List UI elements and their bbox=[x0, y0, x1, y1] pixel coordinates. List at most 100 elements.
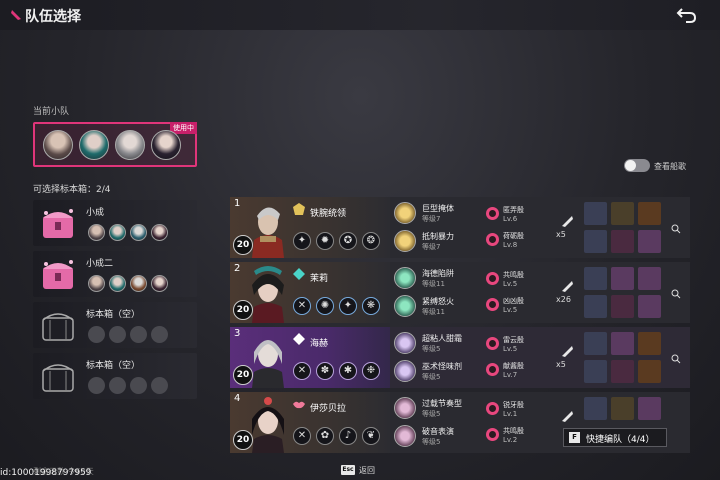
item-slot[interactable] bbox=[611, 360, 634, 383]
ability-name: 海德陷阱 bbox=[422, 269, 454, 278]
ability-slot[interactable]: 过载节奏型 等级5 bbox=[394, 396, 482, 421]
skill-icon[interactable]: ❉ bbox=[362, 362, 380, 380]
item-slot[interactable] bbox=[584, 397, 607, 420]
trait-icon bbox=[486, 363, 499, 376]
box-name: 标本箱（空） bbox=[86, 310, 141, 320]
item-slot[interactable] bbox=[584, 332, 607, 355]
weapon-multiplier: x5 bbox=[556, 360, 566, 369]
skill-icon[interactable]: ✦ bbox=[339, 297, 357, 315]
ability-slot[interactable]: 巨型掩体 等级7 bbox=[394, 201, 482, 226]
skill-icon[interactable]: ✿ bbox=[316, 427, 334, 445]
specimen-box-card[interactable]: 标本箱（空） bbox=[33, 302, 197, 348]
toggle-knob bbox=[625, 160, 636, 171]
item-slot[interactable] bbox=[584, 202, 607, 225]
trait-slot[interactable]: 雷云殷 Lv.5 bbox=[486, 335, 546, 355]
top-bar: 队伍选择 bbox=[0, 0, 720, 30]
skill-icon[interactable]: ✕ bbox=[293, 362, 311, 380]
item-slot[interactable] bbox=[584, 230, 607, 253]
skill-icon[interactable]: ✪ bbox=[339, 232, 357, 250]
item-slot[interactable] bbox=[638, 202, 661, 225]
user-id: id:10001998797959 bbox=[0, 468, 92, 478]
trait-level: Lv.1 bbox=[503, 410, 518, 418]
skill-icon[interactable]: ✽ bbox=[316, 362, 334, 380]
ability-slot[interactable]: 破音表演 等级5 bbox=[394, 424, 482, 449]
skill-icon[interactable]: ✦ bbox=[293, 232, 311, 250]
specimen-box-card[interactable]: 标本箱（空） bbox=[33, 353, 197, 399]
trait-slot[interactable]: 共鸣殷 Lv.5 bbox=[486, 270, 546, 290]
empty-slot bbox=[130, 326, 147, 343]
trait-slot[interactable]: 献酱殷 Lv.7 bbox=[486, 361, 546, 381]
item-slot[interactable] bbox=[584, 295, 607, 318]
skill-icon[interactable]: ✕ bbox=[293, 427, 311, 445]
item-slot[interactable] bbox=[584, 360, 607, 383]
trait-slot[interactable]: 荷砺殷 Lv.8 bbox=[486, 231, 546, 251]
skill-icon[interactable]: ✱ bbox=[339, 362, 357, 380]
item-slot[interactable] bbox=[638, 267, 661, 290]
empty-slot bbox=[88, 326, 105, 343]
item-slot[interactable] bbox=[611, 295, 634, 318]
skill-icon[interactable]: ❂ bbox=[362, 232, 380, 250]
row-number: 3 bbox=[234, 328, 241, 339]
current-team-panel[interactable]: 使用中 bbox=[33, 122, 197, 167]
esc-key[interactable]: Esc bbox=[341, 465, 355, 475]
roster-row[interactable]: 2 20 茉莉 ✕ ✺ ✦ ❋ 海德陷阱 等级11 紧缚怒火 等级11 共鸣殷 … bbox=[230, 262, 690, 323]
view-toggle[interactable] bbox=[624, 159, 650, 172]
item-slot[interactable] bbox=[611, 397, 634, 420]
item-slot[interactable] bbox=[638, 360, 661, 383]
ability-slot[interactable]: 超粘人甜霜 等级5 bbox=[394, 331, 482, 356]
skill-icon[interactable]: ♪ bbox=[339, 427, 357, 445]
trait-slot[interactable]: 锐牙殷 Lv.1 bbox=[486, 400, 546, 420]
trait-icon bbox=[486, 402, 499, 415]
quick-team-button[interactable]: F 快捷编队（4/4） bbox=[563, 428, 667, 447]
trait-level: Lv.7 bbox=[503, 371, 518, 379]
ability-name: 紧缚怒火 bbox=[422, 297, 454, 306]
item-slot[interactable] bbox=[638, 332, 661, 355]
skill-icon[interactable]: ✹ bbox=[316, 232, 334, 250]
trait-name: 献酱殷 bbox=[503, 362, 524, 370]
ability-slot[interactable]: 抵制暴力 等级7 bbox=[394, 229, 482, 254]
trait-slot[interactable]: 共鸣殷 Lv.2 bbox=[486, 426, 546, 446]
trait-name: 雷云殷 bbox=[503, 336, 524, 344]
trait-icon bbox=[486, 207, 499, 220]
ability-level: 等级5 bbox=[422, 410, 441, 418]
skill-icon[interactable]: ❋ bbox=[362, 297, 380, 315]
item-slot[interactable] bbox=[611, 230, 634, 253]
trait-icon bbox=[486, 337, 499, 350]
item-slot[interactable] bbox=[638, 295, 661, 318]
item-slot[interactable] bbox=[638, 397, 661, 420]
item-slot[interactable] bbox=[638, 230, 661, 253]
trait-slot[interactable]: 凶凶殷 Lv.5 bbox=[486, 296, 546, 316]
roster-row[interactable]: 1 20 铁腕统领 ✦ ✹ ✪ ❂ 巨型掩体 等级7 抵制暴力 等级7 匿弄殷 … bbox=[230, 197, 690, 258]
skill-icon[interactable]: ✕ bbox=[293, 297, 311, 315]
specimen-box-card[interactable]: 小成二 bbox=[33, 251, 197, 297]
trait-name: 锐牙殷 bbox=[503, 401, 524, 409]
back-label[interactable]: 返回 bbox=[359, 465, 375, 476]
team-avatar bbox=[151, 130, 181, 160]
skill-icon[interactable]: ❦ bbox=[362, 427, 380, 445]
team-avatar bbox=[79, 130, 109, 160]
ability-slot[interactable]: 巫术怪味剂 等级5 bbox=[394, 359, 482, 384]
ability-slot[interactable]: 海德陷阱 等级11 bbox=[394, 266, 482, 291]
trait-slot[interactable]: 匿弄殷 Lv.6 bbox=[486, 205, 546, 225]
ability-level: 等级5 bbox=[422, 438, 441, 446]
magnifier-icon[interactable] bbox=[671, 354, 681, 364]
empty-slot bbox=[88, 377, 105, 394]
item-slot[interactable] bbox=[611, 267, 634, 290]
trait-name: 荷砺殷 bbox=[503, 232, 524, 240]
box-member-avatar bbox=[130, 275, 147, 292]
skill-icon[interactable]: ✺ bbox=[316, 297, 334, 315]
specimen-box-card[interactable]: 小成 bbox=[33, 200, 197, 246]
weapon-icon bbox=[562, 411, 573, 422]
magnifier-icon[interactable] bbox=[671, 224, 681, 234]
roster-row[interactable]: 3 20 海赫 ✕ ✽ ✱ ❉ 超粘人甜霜 等级5 巫术怪味剂 等级5 雷云殷 … bbox=[230, 327, 690, 388]
trait-name: 共鸣殷 bbox=[503, 427, 524, 435]
magnifier-icon[interactable] bbox=[671, 289, 681, 299]
back-arrow-icon[interactable] bbox=[676, 5, 698, 25]
box-member-avatar bbox=[88, 224, 105, 241]
item-slot[interactable] bbox=[611, 202, 634, 225]
level-badge: 20 bbox=[233, 300, 253, 320]
ability-slot[interactable]: 紧缚怒火 等级11 bbox=[394, 294, 482, 319]
item-slot[interactable] bbox=[584, 267, 607, 290]
item-slot[interactable] bbox=[611, 332, 634, 355]
shield-icon bbox=[394, 202, 416, 224]
